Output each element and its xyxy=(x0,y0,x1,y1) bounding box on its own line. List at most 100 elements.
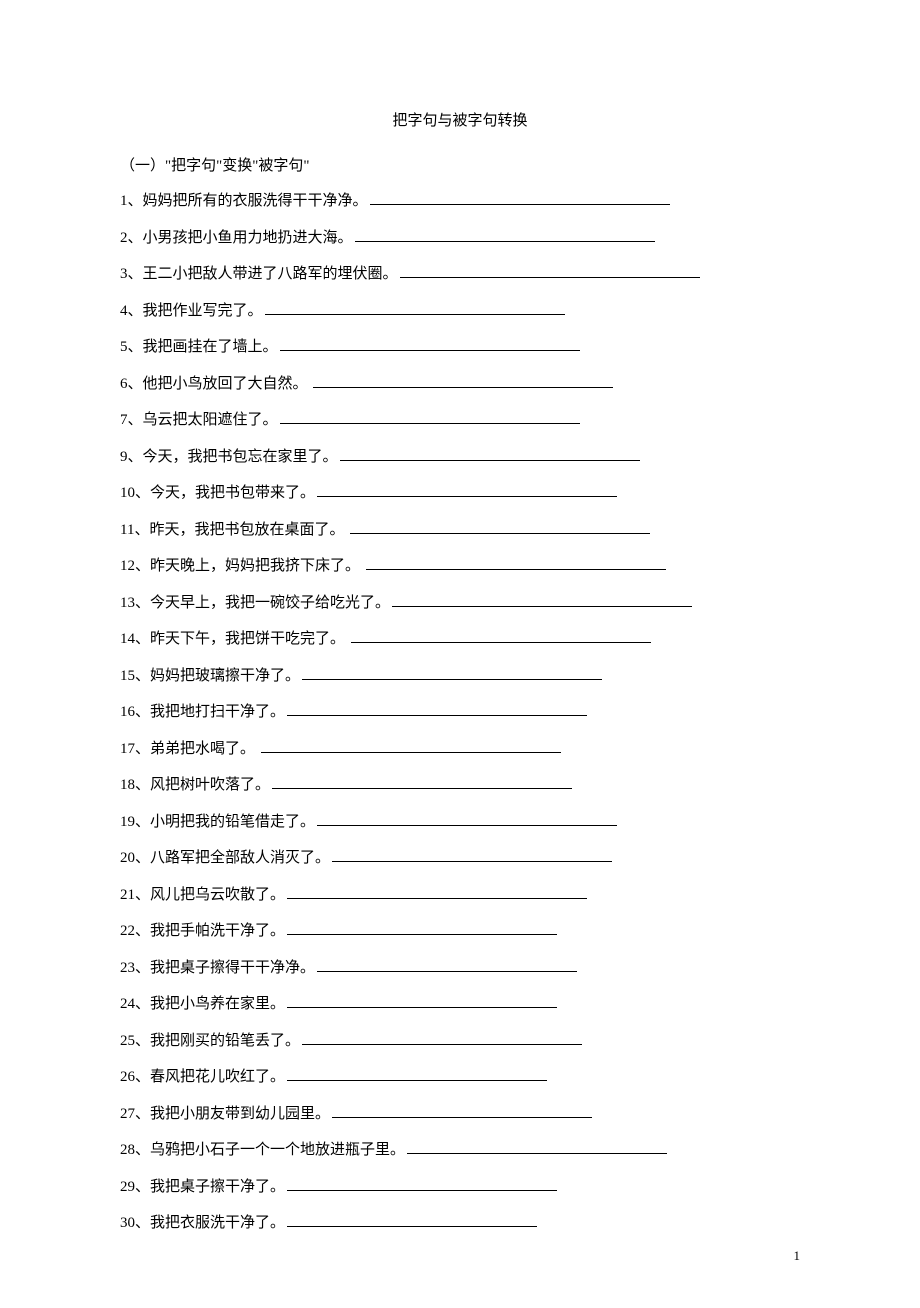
answer-blank xyxy=(370,189,670,205)
exercise-item: 20、八路军把全部敌人消灭了。 xyxy=(120,846,800,870)
exercise-item: 28、乌鸦把小石子一个一个地放进瓶子里。 xyxy=(120,1138,800,1162)
item-text: 我把地打扫干净了。 xyxy=(150,704,285,720)
items-list: 1、妈妈把所有的衣服洗得干干净净。 2、小男孩把小鱼用力地扔进大海。 3、王二小把敌… xyxy=(120,189,800,1235)
exercise-item: 4、我把作业写完了。 xyxy=(120,299,800,323)
answer-blank xyxy=(317,956,577,972)
exercise-item: 24、我把小鸟养在家里。 xyxy=(120,992,800,1016)
exercise-item: 29、我把桌子擦干净了。 xyxy=(120,1175,800,1199)
item-text: 风把树叶吹落了。 xyxy=(150,777,270,793)
answer-blank xyxy=(332,1102,592,1118)
answer-blank xyxy=(287,992,557,1008)
item-number: 3、 xyxy=(120,266,143,282)
item-number: 7、 xyxy=(120,412,143,428)
item-number: 27、 xyxy=(120,1106,150,1122)
answer-blank xyxy=(265,299,565,315)
item-number: 9、 xyxy=(120,449,143,465)
exercise-item: 19、小明把我的铅笔借走了。 xyxy=(120,810,800,834)
item-number: 6、 xyxy=(120,376,143,392)
item-text: 我把作业写完了。 xyxy=(143,303,263,319)
item-text: 他把小鸟放回了大自然。 xyxy=(143,376,312,392)
item-number: 16、 xyxy=(120,704,150,720)
item-text: 我把手帕洗干净了。 xyxy=(150,923,285,939)
item-text: 妈妈把玻璃擦干净了。 xyxy=(150,668,300,684)
item-text: 昨天下午，我把饼干吃完了。 xyxy=(150,631,349,647)
item-text: 昨天晚上，妈妈把我挤下床了。 xyxy=(150,558,364,574)
answer-blank xyxy=(280,408,580,424)
answer-blank xyxy=(287,1065,547,1081)
answer-blank xyxy=(400,262,700,278)
answer-blank xyxy=(332,846,612,862)
exercise-item: 2、小男孩把小鱼用力地扔进大海。 xyxy=(120,226,800,250)
exercise-item: 18、风把树叶吹落了。 xyxy=(120,773,800,797)
answer-blank xyxy=(355,226,655,242)
item-number: 30、 xyxy=(120,1215,150,1231)
answer-blank xyxy=(287,919,557,935)
item-text: 乌鸦把小石子一个一个地放进瓶子里。 xyxy=(150,1142,405,1158)
exercise-item: 15、妈妈把玻璃擦干净了。 xyxy=(120,664,800,688)
item-number: 12、 xyxy=(120,558,150,574)
item-number: 13、 xyxy=(120,595,150,611)
answer-blank xyxy=(340,445,640,461)
item-number: 18、 xyxy=(120,777,150,793)
exercise-item: 17、弟弟把水喝了。 xyxy=(120,737,800,761)
answer-blank xyxy=(317,810,617,826)
item-text: 今天早上，我把一碗饺子给吃光了。 xyxy=(150,595,390,611)
answer-blank xyxy=(272,773,572,789)
exercise-item: 9、今天，我把书包忘在家里了。 xyxy=(120,445,800,469)
answer-blank xyxy=(287,883,587,899)
answer-blank xyxy=(313,372,613,388)
answer-blank xyxy=(287,1211,537,1227)
item-text: 我把桌子擦干净了。 xyxy=(150,1179,285,1195)
item-text: 小男孩把小鱼用力地扔进大海。 xyxy=(143,230,353,246)
item-number: 25、 xyxy=(120,1033,150,1049)
item-number: 23、 xyxy=(120,960,150,976)
exercise-item: 7、乌云把太阳遮住了。 xyxy=(120,408,800,432)
item-text: 我把桌子擦得干干净净。 xyxy=(150,960,315,976)
item-text: 风儿把乌云吹散了。 xyxy=(150,887,285,903)
item-number: 14、 xyxy=(120,631,150,647)
exercise-item: 13、今天早上，我把一碗饺子给吃光了。 xyxy=(120,591,800,615)
answer-blank xyxy=(350,518,650,534)
exercise-item: 30、我把衣服洗干净了。 xyxy=(120,1211,800,1235)
exercise-item: 3、王二小把敌人带进了八路军的埋伏圈。 xyxy=(120,262,800,286)
item-number: 20、 xyxy=(120,850,150,866)
item-text: 我把衣服洗干净了。 xyxy=(150,1215,285,1231)
answer-blank xyxy=(261,737,561,753)
item-text: 昨天，我把书包放在桌面了。 xyxy=(149,522,348,538)
item-text: 我把画挂在了墙上。 xyxy=(143,339,278,355)
item-text: 弟弟把水喝了。 xyxy=(150,741,259,757)
exercise-item: 25、我把刚买的铅笔丢了。 xyxy=(120,1029,800,1053)
item-number: 17、 xyxy=(120,741,150,757)
answer-blank xyxy=(351,627,651,643)
item-number: 26、 xyxy=(120,1069,150,1085)
item-text: 春风把花儿吹红了。 xyxy=(150,1069,285,1085)
answer-blank xyxy=(302,1029,582,1045)
exercise-item: 23、我把桌子擦得干干净净。 xyxy=(120,956,800,980)
answer-blank xyxy=(302,664,602,680)
item-text: 小明把我的铅笔借走了。 xyxy=(150,814,315,830)
exercise-item: 14、昨天下午，我把饼干吃完了。 xyxy=(120,627,800,651)
exercise-item: 6、他把小鸟放回了大自然。 xyxy=(120,372,800,396)
exercise-item: 26、春风把花儿吹红了。 xyxy=(120,1065,800,1089)
item-text: 乌云把太阳遮住了。 xyxy=(143,412,278,428)
exercise-item: 12、昨天晚上，妈妈把我挤下床了。 xyxy=(120,554,800,578)
item-text: 我把小鸟养在家里。 xyxy=(150,996,285,1012)
item-number: 22、 xyxy=(120,923,150,939)
item-text: 妈妈把所有的衣服洗得干干净净。 xyxy=(143,193,368,209)
item-number: 4、 xyxy=(120,303,143,319)
item-text: 王二小把敌人带进了八路军的埋伏圈。 xyxy=(143,266,398,282)
item-text: 我把小朋友带到幼儿园里。 xyxy=(150,1106,330,1122)
item-text: 八路军把全部敌人消灭了。 xyxy=(150,850,330,866)
section-heading: （一）"把字句"变换"被字句" xyxy=(120,155,800,178)
answer-blank xyxy=(287,1175,557,1191)
exercise-item: 1、妈妈把所有的衣服洗得干干净净。 xyxy=(120,189,800,213)
answer-blank xyxy=(287,700,587,716)
item-number: 2、 xyxy=(120,230,143,246)
item-number: 10、 xyxy=(120,485,150,501)
exercise-item: 27、我把小朋友带到幼儿园里。 xyxy=(120,1102,800,1126)
item-text: 今天，我把书包忘在家里了。 xyxy=(143,449,338,465)
answer-blank xyxy=(317,481,617,497)
item-number: 11、 xyxy=(120,522,149,538)
item-number: 1、 xyxy=(120,193,143,209)
exercise-item: 11、昨天，我把书包放在桌面了。 xyxy=(120,518,800,542)
